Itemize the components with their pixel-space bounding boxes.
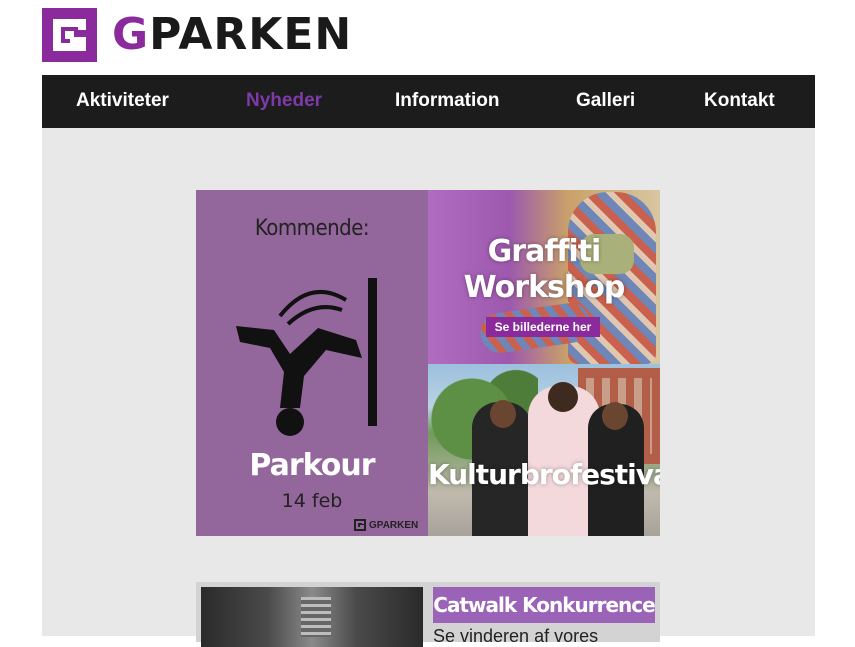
kulturbrofestival-tile[interactable]: Kulturbrofestival: [428, 364, 660, 536]
nav-kontakt[interactable]: Kontakt: [704, 90, 775, 112]
logo-text-rest: PARKEN: [149, 9, 353, 60]
news-content: Kommende: Parkour 14 feb GPARKEN Graffit…: [42, 128, 815, 647]
poster-title: Parkour: [249, 448, 375, 483]
nav-nyheder[interactable]: Nyheder: [246, 90, 322, 112]
main-navigation: Aktiviteter Nyheder Information Galleri …: [42, 75, 815, 128]
nav-aktiviteter[interactable]: Aktiviteter: [76, 90, 169, 112]
catwalk-title[interactable]: Catwalk Konkurrence: [433, 587, 656, 623]
logo-wordmark: GPARKEN: [112, 8, 352, 62]
poster-heading: Kommende:: [254, 216, 370, 241]
nav-information[interactable]: Information: [395, 90, 500, 112]
graffiti-title: Graffiti Workshop: [428, 234, 660, 306]
poster-brand-text: GPARKEN: [369, 519, 419, 531]
graffiti-title-line2: Workshop: [463, 270, 626, 305]
nav-galleri[interactable]: Galleri: [576, 90, 635, 112]
person-head-image: [602, 402, 628, 430]
gparken-logo-icon: [42, 8, 97, 62]
parkour-poster[interactable]: Kommende: Parkour 14 feb GPARKEN: [196, 190, 428, 536]
site-logo[interactable]: GPARKEN: [42, 8, 352, 62]
kultur-title: Kulturbrofestival: [428, 458, 660, 491]
gparken-mini-logo-icon: [354, 519, 366, 531]
catwalk-news-card[interactable]: Catwalk Konkurrence Se vinderen af vores: [196, 582, 660, 647]
catwalk-teaser: Se vinderen af vores: [433, 626, 599, 646]
poster-date: 14 feb: [281, 490, 343, 512]
person-head-image: [548, 382, 578, 412]
graffiti-gallery-button[interactable]: Se billederne her: [486, 317, 600, 337]
catwalk-photo: [201, 587, 423, 647]
graffiti-title-line1: Graffiti: [487, 234, 602, 269]
person-head-image: [490, 400, 516, 428]
logo-letter: G: [112, 9, 150, 60]
graffiti-workshop-tile[interactable]: Graffiti Workshop Se billederne her: [428, 190, 660, 364]
parkour-figure-icon: [236, 278, 377, 436]
poster-brand: GPARKEN: [354, 519, 418, 531]
